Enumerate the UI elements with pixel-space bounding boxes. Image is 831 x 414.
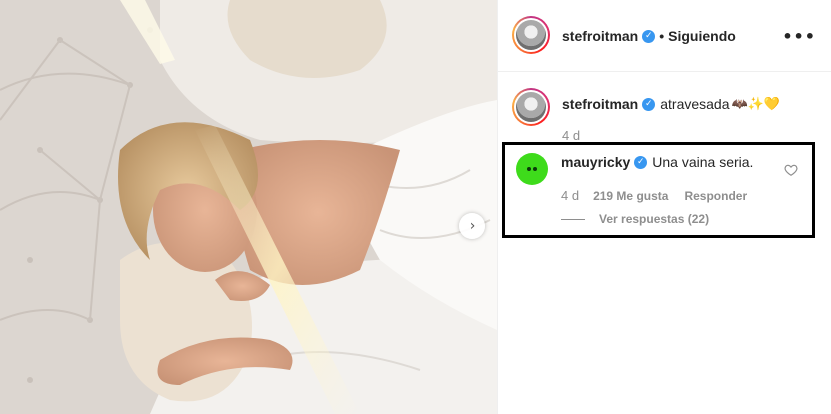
caption-avatar[interactable] — [512, 88, 550, 126]
author-line: stefroitman ✓ • Siguiendo — [562, 28, 736, 44]
commenter-username[interactable]: mauyricky — [561, 154, 630, 170]
commenter-avatar[interactable] — [516, 153, 548, 185]
caption-emoji: 🦇✨💛 — [731, 96, 781, 112]
replies-divider — [561, 218, 585, 220]
more-options-icon[interactable]: ••• — [782, 27, 816, 46]
verified-badge-icon: ✓ — [634, 155, 648, 169]
reply-button[interactable]: Responder — [684, 189, 747, 203]
caption-username[interactable]: stefroitman — [562, 96, 638, 112]
comment-text: Una vaina seria. — [652, 154, 754, 170]
comment-timestamp[interactable]: 4 d — [561, 188, 579, 203]
caption-text: atravesada — [660, 96, 730, 112]
view-replies-button[interactable]: Ver respuestas (22) — [561, 212, 709, 226]
comment-line: mauyricky ✓ Una vaina seria. — [561, 154, 753, 170]
view-replies-label: Ver respuestas (22) — [599, 212, 710, 226]
caption: stefroitman ✓ atravesada 🦇✨💛 — [562, 96, 780, 112]
post-image — [0, 0, 497, 414]
follow-button[interactable]: Siguiendo — [668, 28, 736, 44]
separator-dot: • — [659, 28, 665, 44]
author-username[interactable]: stefroitman — [562, 28, 638, 44]
verified-badge-icon: ✓ — [642, 29, 656, 43]
caption-timestamp[interactable]: 4 d — [562, 128, 580, 143]
like-heart-icon[interactable] — [784, 163, 798, 177]
chevron-right-icon: › — [469, 218, 476, 234]
comment-meta: 4 d 219 Me gusta Responder — [561, 188, 747, 203]
author-avatar[interactable] — [512, 16, 550, 54]
post-photo[interactable]: › — [0, 0, 497, 414]
comment-like-count[interactable]: 219 Me gusta — [593, 189, 668, 203]
next-photo-button[interactable]: › — [459, 213, 485, 239]
highlighted-comment: mauyricky ✓ Una vaina seria. 4 d 219 Me … — [502, 142, 815, 238]
verified-badge-icon: ✓ — [642, 97, 656, 111]
post-header: stefroitman ✓ • Siguiendo ••• — [498, 0, 831, 72]
post-sidebar: stefroitman ✓ • Siguiendo ••• stefroitma… — [497, 0, 831, 414]
